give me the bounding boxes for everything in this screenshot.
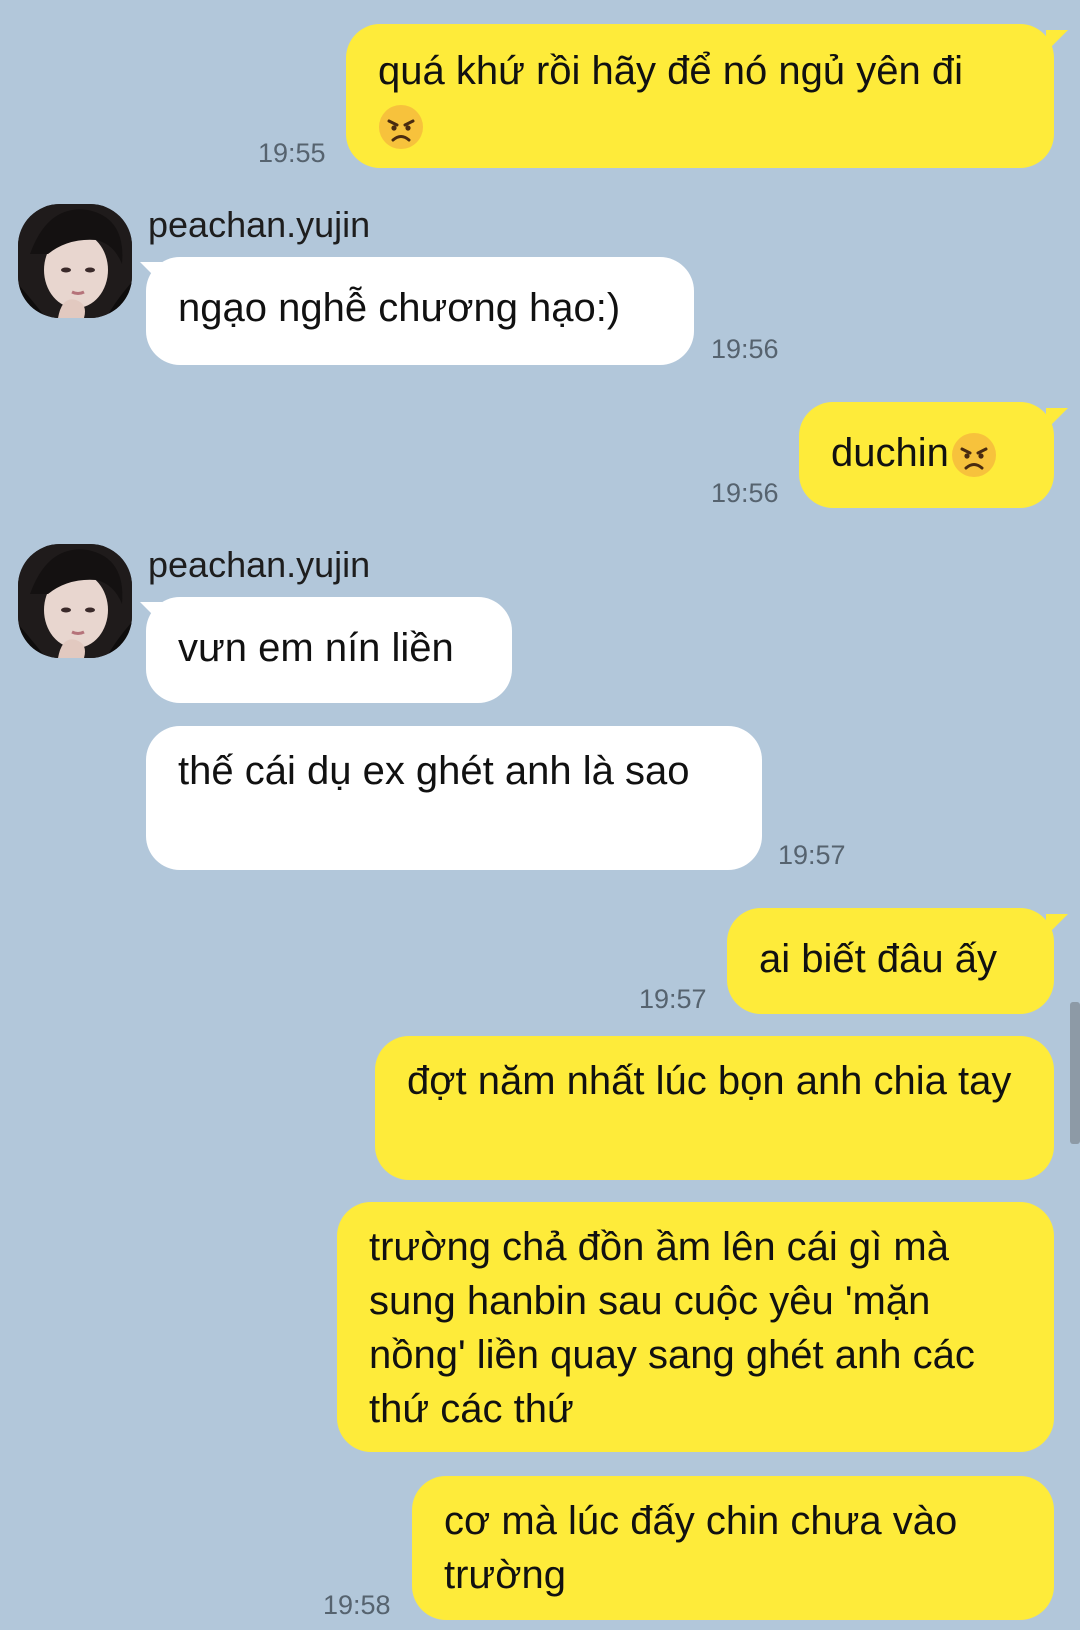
message-timestamp: 19:56 [711,334,779,364]
message-timestamp: 19:56 [711,478,779,508]
message-text: ngạo nghễ chương hạo:) [178,286,621,330]
bubble-tail [1046,408,1068,430]
message-text: cơ mà lúc đấy chin chưa vào trường [444,1499,958,1597]
message-text: thế cái dụ ex ghét anh là sao [178,749,690,793]
my-message-bubble[interactable]: đợt năm nhất lúc bọn anh chia tay [375,1036,1054,1180]
message-timestamp: 19:57 [639,984,707,1014]
message-text: trường chả đồn ầm lên cái gì mà sung han… [369,1225,975,1431]
message-timestamp: 19:55 [258,138,326,168]
their-message-bubble[interactable]: ngạo nghễ chương hạo:) [146,257,694,365]
my-message-bubble[interactable]: duchin [799,402,1054,508]
my-message-bubble[interactable]: cơ mà lúc đấy chin chưa vào trường [412,1476,1054,1620]
my-message-bubble[interactable]: quá khứ rồi hãy để nó ngủ yên đi [346,24,1054,168]
message-timestamp: 19:57 [778,840,846,870]
avatar[interactable] [18,544,132,658]
their-message-bubble[interactable]: thế cái dụ ex ghét anh là sao [146,726,762,870]
message-text: duchin [831,431,949,475]
bubble-tail [1046,914,1068,936]
message-text: quá khứ rồi hãy để nó ngủ yên đi [378,49,963,93]
my-message-bubble[interactable]: ai biết đâu ấy [727,908,1054,1014]
sender-name: peachan.yujin [148,544,371,585]
message-timestamp: 19:58 [323,1590,391,1620]
bubble-tail [1046,30,1068,52]
message-text: vưn em nín liền [178,626,454,670]
avatar[interactable] [18,204,132,318]
angry-face-icon [378,104,424,150]
sender-name: peachan.yujin [148,204,371,245]
angry-face-icon [951,432,997,478]
message-text: ai biết đâu ấy [759,937,997,981]
message-text: đợt năm nhất lúc bọn anh chia tay [407,1059,1012,1103]
scrollbar[interactable] [1070,1002,1080,1144]
my-message-bubble[interactable]: trường chả đồn ầm lên cái gì mà sung han… [337,1202,1054,1452]
their-message-bubble[interactable]: vưn em nín liền [146,597,512,703]
